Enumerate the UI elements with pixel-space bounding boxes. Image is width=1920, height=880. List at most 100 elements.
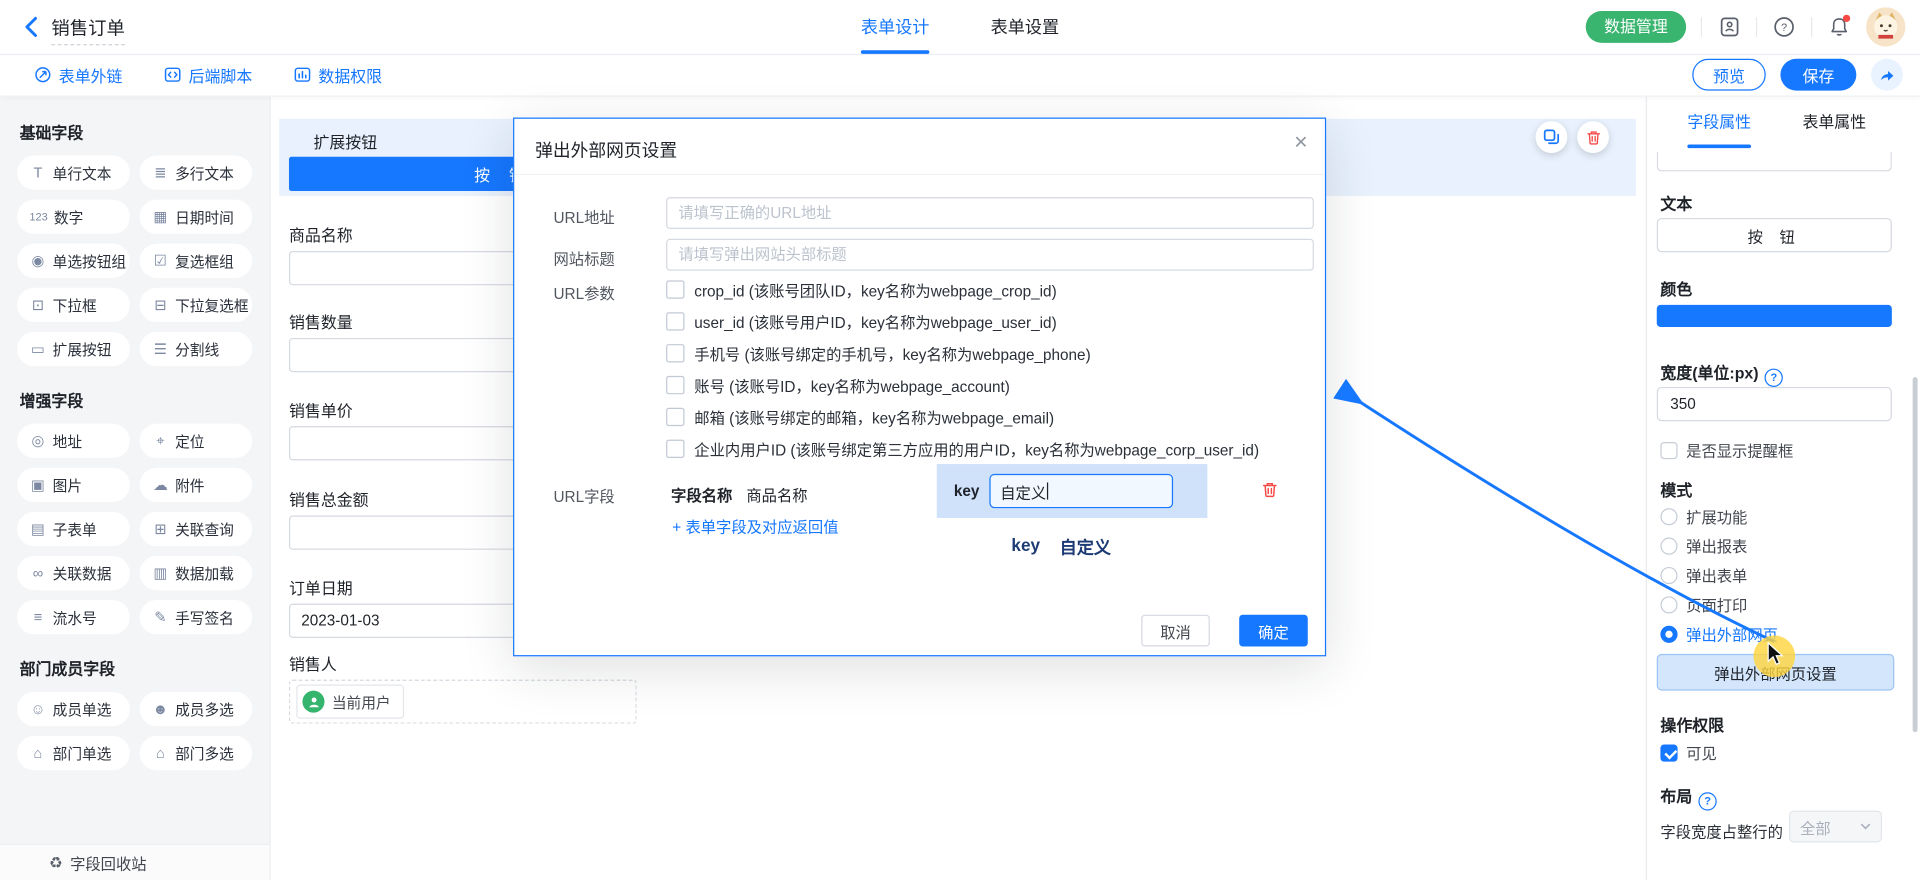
url-param-account[interactable]: 账号 (该账号ID，key名称为webpage_account) [666,369,1010,401]
field-pill-subform[interactable]: ▤子表单 [17,512,130,546]
field-pill-member-single[interactable]: ☺成员单选 [17,692,130,726]
width-input[interactable] [1657,387,1892,421]
field-pill-multi-line-text[interactable]: ≣多行文本 [140,156,253,190]
radio-label: 页面打印 [1686,593,1747,616]
preview-button[interactable]: 预览 [1692,59,1765,91]
field-pill-dropdown[interactable]: ⊡下拉框 [17,288,130,322]
backend-script-link[interactable]: 后端脚本 [164,63,252,86]
visible-checkbox[interactable] [1660,744,1677,761]
checkbox[interactable] [666,312,684,330]
user-avatar[interactable] [1866,7,1905,46]
panel-input-partial[interactable] [1657,152,1892,172]
reminder-checkbox[interactable] [1660,441,1677,458]
field-pill-extended-button[interactable]: ▭扩展按钮 [17,332,130,366]
url-param-crop-id[interactable]: crop_id (该账号团队ID，key名称为webpage_crop_id) [666,273,1057,305]
field-pill-linked-query[interactable]: ⊞关联查询 [140,512,253,546]
form-field-sales-person[interactable]: 销售人 当前用户 [289,651,637,723]
pill-label: 单行文本 [53,162,112,183]
field-pill-radio-group[interactable]: ◉单选按钮组 [17,244,130,278]
field-pill-dept-single[interactable]: ⌂部门单选 [17,736,130,770]
checkbox[interactable] [666,280,684,298]
field-recycle-bin[interactable]: ♻ 字段回收站 [0,844,269,880]
mode-option-extend[interactable]: 扩展功能 [1660,504,1747,527]
member-field-box[interactable]: 当前用户 [289,680,637,724]
close-icon[interactable]: × [1294,131,1308,154]
field-pill-linked-data[interactable]: ∞关联数据 [17,556,130,590]
confirm-button[interactable]: 确定 [1239,615,1308,647]
key-input[interactable]: 自定义 [989,474,1173,508]
delete-field-button[interactable] [1577,121,1609,153]
field-pill-member-multi[interactable]: ☻成员多选 [140,692,253,726]
help-icon[interactable]: ? [1772,15,1796,39]
field-pill-serial-number[interactable]: ≡流水号 [17,600,130,634]
radio-icon[interactable] [1660,537,1677,554]
pill-label: 复选框组 [175,250,234,271]
tab-form-settings[interactable]: 表单设置 [991,0,1060,54]
data-permission-link[interactable]: 数据权限 [294,63,382,86]
mode-option-popup-report[interactable]: 弹出报表 [1660,534,1747,557]
pill-label: 扩展按钮 [53,339,112,360]
checkbox[interactable] [666,407,684,425]
share-button[interactable] [1871,59,1903,91]
dept-member-fields-grid: ☺成员单选 ☻成员多选 ⌂部门单选 ⌂部门多选 [17,692,252,770]
site-title-input[interactable] [666,239,1314,271]
url-address-input[interactable] [666,197,1314,229]
field-pill-attachment[interactable]: ☁附件 [140,468,253,502]
field-pill-dropdown-multi[interactable]: ⊟下拉复选框 [140,288,253,322]
url-param-email[interactable]: 邮箱 (该账号绑定的邮箱，key名称为webpage_email) [666,400,1054,432]
tab-form-design[interactable]: 表单设计 [861,0,930,54]
field-pill-datetime[interactable]: ▦日期时间 [140,200,253,234]
checkbox[interactable] [666,439,684,457]
width-help-icon[interactable]: ? [1765,368,1783,386]
radio-icon[interactable] [1660,566,1677,583]
url-param-corp-user-id[interactable]: 企业内用户ID (该账号绑定第三方应用的用户ID，key名称为webpage_c… [666,432,1259,464]
mode-option-page-print[interactable]: 页面打印 [1660,593,1747,616]
radio-icon[interactable] [1660,596,1677,613]
panel-scrollbar[interactable] [1913,377,1918,732]
url-param-phone[interactable]: 手机号 (该账号绑定的手机号，key名称为webpage_phone) [666,337,1091,369]
field-pill-image[interactable]: ▣图片 [17,468,130,502]
subform-icon: ▤ [29,520,46,537]
copy-field-button[interactable] [1536,121,1568,153]
field-pill-dept-multi[interactable]: ⌂部门多选 [140,736,253,770]
pill-label: 单选按钮组 [53,250,126,271]
layout-help-icon[interactable]: ? [1698,792,1716,810]
field-pill-single-line-text[interactable]: T单行文本 [17,156,130,190]
number-icon: 123 [29,211,47,223]
width-ratio-select[interactable]: 全部 [1789,811,1882,843]
tab-form-properties[interactable]: 表单属性 [1802,96,1866,150]
checkbox[interactable] [666,343,684,361]
checkbox-label: 企业内用户ID (该账号绑定第三方应用的用户ID，key名称为webpage_c… [694,437,1259,460]
field-pill-address[interactable]: ◎地址 [17,424,130,458]
field-pill-divider[interactable]: ☰分割线 [140,332,253,366]
cancel-button[interactable]: 取消 [1141,615,1210,647]
field-pill-checkbox-group[interactable]: ☑复选框组 [140,244,253,278]
radio-icon[interactable] [1660,508,1677,525]
color-swatch[interactable] [1657,305,1892,327]
form-title[interactable]: 销售订单 [51,15,124,46]
delete-url-field-button[interactable] [1261,481,1278,502]
radio-selected-icon[interactable] [1660,625,1677,642]
button-text-input[interactable]: 按 钮 [1657,218,1892,252]
url-param-user-id[interactable]: user_id (该账号用户ID，key名称为webpage_user_id) [666,305,1057,337]
location-icon: ⌖ [152,432,169,450]
checkbox[interactable] [666,375,684,393]
data-manage-button[interactable]: 数据管理 [1586,11,1686,43]
mode-option-popup-form[interactable]: 弹出表单 [1660,563,1747,586]
field-pill-location[interactable]: ⌖定位 [140,424,253,458]
field-pill-data-load[interactable]: ▥数据加载 [140,556,253,590]
field-label: 扩展按钮 [313,130,377,153]
tab-field-properties[interactable]: 字段属性 [1687,96,1751,150]
save-button[interactable]: 保存 [1780,59,1856,91]
form-external-link[interactable]: 表单外链 [34,63,122,86]
field-pill-signature[interactable]: ✎手写签名 [140,600,253,634]
back-button[interactable] [20,13,47,40]
visible-checkbox-row[interactable]: 可见 [1660,741,1716,764]
notification-bell-icon[interactable] [1827,15,1851,39]
current-user-chip[interactable]: 当前用户 [296,684,404,718]
reminder-checkbox-row[interactable]: 是否显示提醒框 [1660,438,1793,461]
add-form-field-link[interactable]: + 表单字段及对应返回值 [672,514,838,537]
contacts-icon[interactable] [1717,15,1741,39]
field-pill-number[interactable]: 123数字 [17,200,130,234]
radio-label: 弹出表单 [1686,563,1747,586]
